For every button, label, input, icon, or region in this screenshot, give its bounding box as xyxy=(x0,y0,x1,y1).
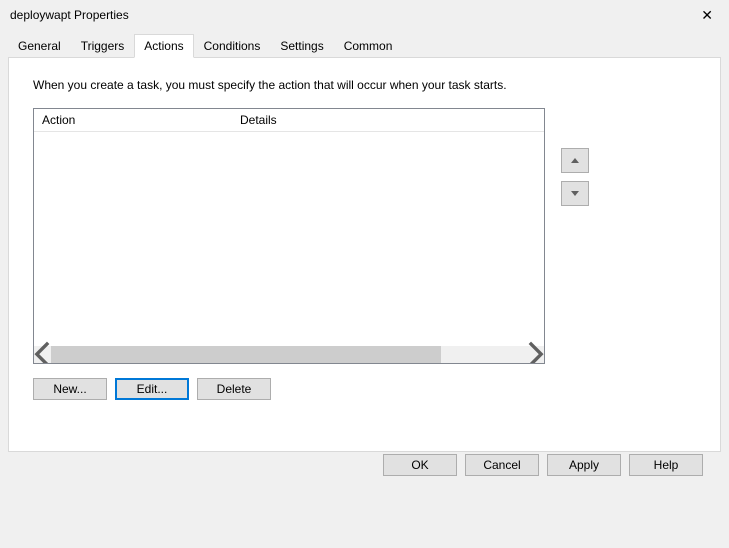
tab-panel-actions: When you create a task, you must specify… xyxy=(8,57,721,452)
scroll-right-icon[interactable] xyxy=(527,346,544,363)
tab-actions[interactable]: Actions xyxy=(134,34,193,58)
close-icon[interactable]: ✕ xyxy=(695,8,719,22)
new-button[interactable]: New... xyxy=(33,378,107,400)
triangle-down-icon xyxy=(571,191,579,196)
scroll-track[interactable] xyxy=(51,346,527,363)
list-header: Action Details xyxy=(34,109,544,132)
content-row: Action Details xyxy=(33,108,696,364)
edit-button[interactable]: Edit... xyxy=(115,378,189,400)
tab-general[interactable]: General xyxy=(8,34,71,58)
column-header-details[interactable]: Details xyxy=(232,109,544,131)
window-title: deploywapt Properties xyxy=(10,8,129,22)
move-up-button[interactable] xyxy=(561,148,589,173)
tab-strip: General Triggers Actions Conditions Sett… xyxy=(8,34,721,57)
properties-dialog: deploywapt Properties ✕ General Triggers… xyxy=(0,0,729,548)
instruction-text: When you create a task, you must specify… xyxy=(33,78,696,92)
tab-conditions[interactable]: Conditions xyxy=(194,34,271,58)
column-header-action[interactable]: Action xyxy=(34,109,232,131)
scroll-thumb[interactable] xyxy=(51,346,441,363)
cancel-button[interactable]: Cancel xyxy=(465,454,539,476)
tab-container: General Triggers Actions Conditions Sett… xyxy=(8,34,721,452)
triangle-up-icon xyxy=(571,158,579,163)
action-buttons-row: New... Edit... Delete xyxy=(33,378,696,400)
help-button[interactable]: Help xyxy=(629,454,703,476)
tab-settings[interactable]: Settings xyxy=(270,34,333,58)
reorder-buttons xyxy=(561,148,589,206)
dialog-buttons-row: OK Cancel Apply Help xyxy=(383,454,703,476)
actions-listview[interactable]: Action Details xyxy=(33,108,545,364)
apply-button[interactable]: Apply xyxy=(547,454,621,476)
tab-common[interactable]: Common xyxy=(334,34,403,58)
move-down-button[interactable] xyxy=(561,181,589,206)
list-body[interactable] xyxy=(34,132,544,342)
horizontal-scrollbar[interactable] xyxy=(34,346,544,363)
ok-button[interactable]: OK xyxy=(383,454,457,476)
scroll-left-icon[interactable] xyxy=(34,346,51,363)
tab-triggers[interactable]: Triggers xyxy=(71,34,135,58)
titlebar: deploywapt Properties ✕ xyxy=(0,0,729,26)
delete-button[interactable]: Delete xyxy=(197,378,271,400)
